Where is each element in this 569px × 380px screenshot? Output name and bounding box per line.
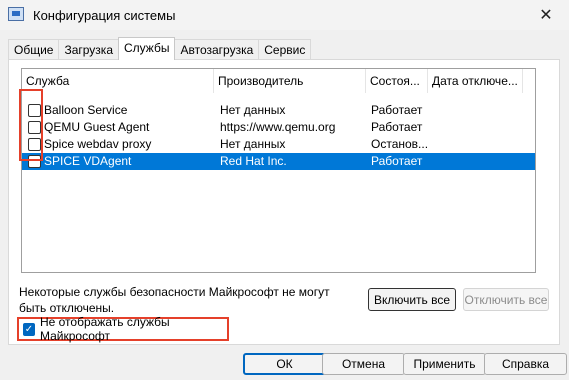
- table-row[interactable]: Spice webdav proxy Нет данных Останов...: [22, 136, 535, 153]
- tab-tools[interactable]: Сервис: [258, 39, 312, 60]
- service-status: Останов...: [371, 137, 429, 151]
- table-row[interactable]: QEMU Guest Agent https://www.qemu.org Ра…: [22, 119, 535, 136]
- apply-button[interactable]: Применить: [403, 353, 486, 375]
- security-note: Некоторые службы безопасности Майкрософт…: [19, 285, 330, 315]
- service-vendor: Нет данных: [220, 137, 286, 151]
- tab-strip: Общие Загрузка Службы Автозагрузка Серви…: [8, 37, 312, 60]
- disable-all-button[interactable]: Отключить все: [463, 288, 549, 311]
- window-title: Конфигурация системы: [33, 8, 176, 23]
- service-vendor: Нет данных: [220, 103, 286, 117]
- tab-general[interactable]: Общие: [8, 39, 60, 60]
- tab-boot[interactable]: Загрузка: [58, 39, 119, 60]
- column-header-status[interactable]: Состоя...: [366, 69, 428, 93]
- cancel-button[interactable]: Отмена: [322, 353, 405, 375]
- service-vendor: Red Hat Inc.: [220, 154, 287, 168]
- table-row[interactable]: Balloon Service Нет данных Работает: [22, 102, 535, 119]
- help-button[interactable]: Справка: [484, 353, 567, 375]
- tab-services[interactable]: Службы: [118, 37, 176, 60]
- ok-button[interactable]: ОК: [243, 353, 326, 375]
- checkmark-icon[interactable]: ✓: [23, 322, 35, 336]
- close-button[interactable]: ✕: [523, 0, 569, 30]
- service-status: Работает: [371, 103, 423, 117]
- service-name: SPICE VDAgent: [44, 154, 132, 168]
- hide-microsoft-services-label: Не отображать службы Майкрософт: [39, 315, 170, 343]
- enable-all-button[interactable]: Включить все: [368, 288, 456, 311]
- list-header: Служба Производитель Состоя... Дата откл…: [22, 69, 535, 93]
- column-header-disable-date[interactable]: Дата отключе...: [428, 69, 523, 93]
- title-bar: Конфигурация системы ✕: [0, 0, 569, 30]
- services-list[interactable]: Служба Производитель Состоя... Дата откл…: [21, 68, 536, 273]
- app-icon: [8, 7, 24, 21]
- tab-startup[interactable]: Автозагрузка: [174, 39, 260, 60]
- service-status: Работает: [371, 154, 423, 168]
- service-vendor: https://www.qemu.org: [220, 120, 336, 134]
- hide-microsoft-services-checkbox[interactable]: ✓ Не отображать службы Майкрософт: [17, 315, 229, 343]
- service-status: Работает: [371, 120, 423, 134]
- column-header-vendor[interactable]: Производитель: [214, 69, 366, 93]
- service-name: Spice webdav proxy: [44, 137, 152, 151]
- table-row-selected[interactable]: SPICE VDAgent Red Hat Inc. Работает: [22, 153, 535, 170]
- services-panel: Служба Производитель Состоя... Дата откл…: [8, 59, 560, 345]
- checkbox-highlight-frame: [19, 89, 43, 161]
- column-header-service[interactable]: Служба: [22, 69, 214, 93]
- service-name: QEMU Guest Agent: [44, 120, 150, 134]
- service-name: Balloon Service: [44, 103, 128, 117]
